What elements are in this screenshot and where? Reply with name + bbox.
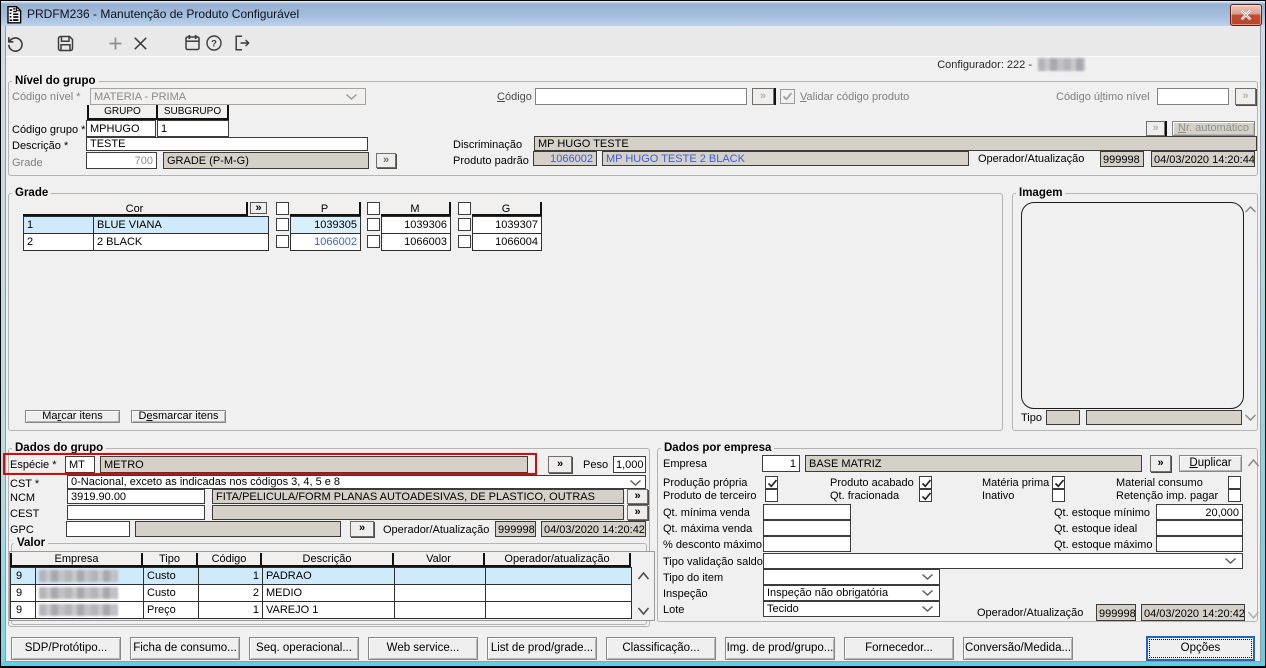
svg-text:?: ? xyxy=(211,38,217,49)
